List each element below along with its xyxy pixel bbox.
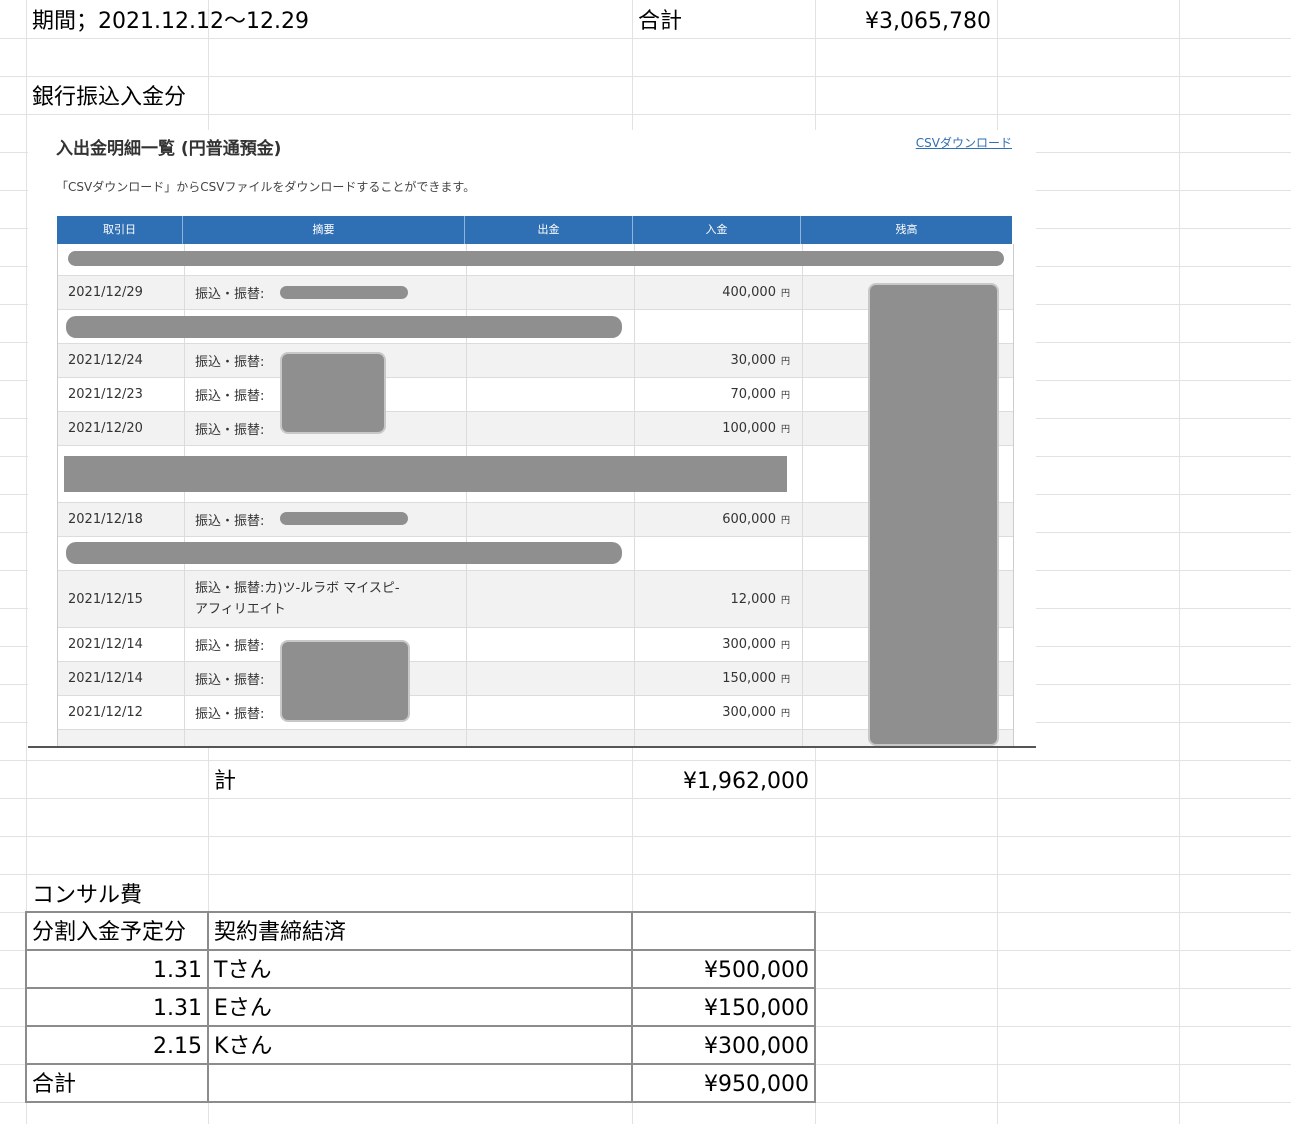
amount-cell[interactable]: ¥500,000 [632,951,815,989]
yen-unit: 円 [780,709,790,719]
installment-date-cell[interactable]: 1.31 [26,951,208,989]
row-deposit: 100,000 円 [634,412,802,445]
redaction-box [280,352,386,434]
row-deposit: 600,000 円 [634,503,802,536]
statement-title: 入出金明細一覧 (円普通預金) [56,139,282,159]
deposit-amount: 150,000 [722,671,776,686]
row-date: 2021/12/24 [68,353,143,368]
row-date: 2021/12/18 [68,512,143,527]
row-date: 2021/12/23 [68,387,143,402]
yen-unit: 円 [780,289,790,299]
bank-section-heading[interactable]: 銀行振込入金分 [26,78,286,116]
row-deposit: 150,000 円 [634,662,802,695]
row-deposit: 400,000 円 [634,276,802,309]
row-date: 2021/12/14 [68,637,143,652]
row-deposit: 300,000 円 [634,696,802,729]
row-date: 2021/12/29 [68,285,143,300]
period-cell[interactable]: 期間；2021.12.12〜12.29 [26,2,446,40]
col-balance-header: 残高 [895,223,918,236]
yen-unit: 円 [780,425,790,435]
amount-cell[interactable]: ¥150,000 [632,989,815,1027]
amount-cell[interactable]: ¥300,000 [632,1027,815,1065]
deposit-amount: 30,000 [730,353,776,368]
client-name-cell[interactable]: Tさん [208,951,508,989]
redaction-bar [68,251,1004,266]
deposit-amount: 100,000 [722,421,776,436]
yen-unit: 円 [780,357,790,367]
redaction-bar [64,456,787,492]
deposit-amount: 70,000 [730,387,776,402]
row-date: 2021/12/14 [68,671,143,686]
row-desc: 振込・振替:カ)ツ-ルラボ マイスピ- アフィリエイト [195,571,465,627]
yen-unit: 円 [780,641,790,651]
row-date: 2021/12/20 [68,421,143,436]
bank-statement-screenshot[interactable]: 入出金明細一覧 (円普通預金) CSVダウンロード 「CSVダウンロード」からC… [28,130,1036,748]
redaction-bar [66,316,622,338]
yen-unit: 円 [780,516,790,526]
row-date: 2021/12/12 [68,705,143,720]
row-desc-line2: アフィリエイト [195,602,286,617]
redaction-bar [66,542,622,564]
col-deposit-header: 入金 [633,216,801,244]
col-date-header: 取引日 [57,216,183,244]
total-label-cell[interactable]: 合計 [632,2,815,40]
consulting-total-value-cell[interactable]: ¥950,000 [632,1065,815,1103]
subtotal-value-cell[interactable]: ¥1,962,000 [632,762,815,800]
subtotal-label-cell[interactable]: 計 [208,762,308,800]
client-name-cell[interactable]: Eさん [208,989,508,1027]
installment-date-cell[interactable]: 2.15 [26,1027,208,1065]
yen-unit: 円 [780,595,790,606]
redaction-bar [280,512,408,525]
row-deposit: 12,000 円 [634,571,802,627]
yen-unit: 円 [780,391,790,401]
yen-unit: 円 [780,675,790,685]
row-deposit: 300,000 円 [634,628,802,661]
consulting-heading[interactable]: コンサル費 [26,876,208,914]
csv-download-link[interactable]: CSVダウンロード [916,134,1012,151]
deposit-amount: 300,000 [722,637,776,652]
deposit-amount: 300,000 [722,705,776,720]
row-desc-line1: 振込・振替:カ)ツ-ルラボ マイスピ- [195,581,400,596]
redaction-bar [280,286,408,299]
deposit-amount: 400,000 [722,285,776,300]
statement-table-header: 取引日 摘要 出金 入金 残高 [57,216,1012,244]
contract-header-cell[interactable]: 契約書締結済 [208,913,508,951]
row-deposit: 70,000 円 [634,378,802,411]
redaction-box [280,640,410,722]
row-date: 2021/12/15 [68,591,143,607]
deposit-amount: 12,000 [730,591,776,607]
col-desc-header: 摘要 [183,216,465,244]
installment-header-cell[interactable]: 分割入金予定分 [26,913,208,951]
consulting-total-label-cell[interactable]: 合計 [26,1065,208,1103]
deposit-amount: 600,000 [722,512,776,527]
total-value-cell[interactable]: ¥3,065,780 [815,2,997,40]
client-name-cell[interactable]: Kさん [208,1027,508,1065]
row-deposit: 30,000 円 [634,344,802,377]
statement-note: 「CSVダウンロード」からCSVファイルをダウンロードすることができます。 [56,180,476,194]
redaction-box [868,283,999,746]
col-withdrawal-header: 出金 [465,216,633,244]
installment-date-cell[interactable]: 1.31 [26,989,208,1027]
